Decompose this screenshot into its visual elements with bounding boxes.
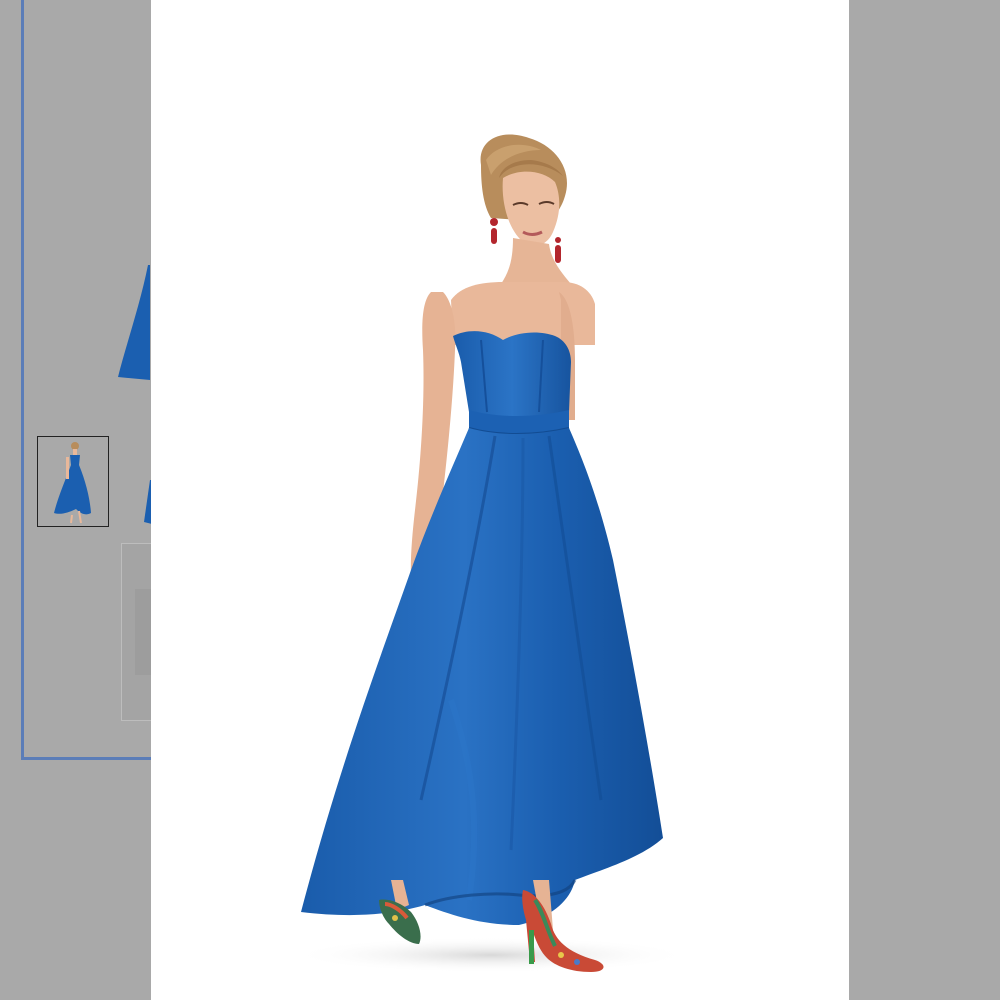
blue-strapless-gown-image <box>291 134 691 973</box>
image-lightbox[interactable] <box>151 0 849 1000</box>
thumbnail-selected[interactable] <box>37 436 109 527</box>
dress-thumbnail-icon <box>54 442 91 524</box>
